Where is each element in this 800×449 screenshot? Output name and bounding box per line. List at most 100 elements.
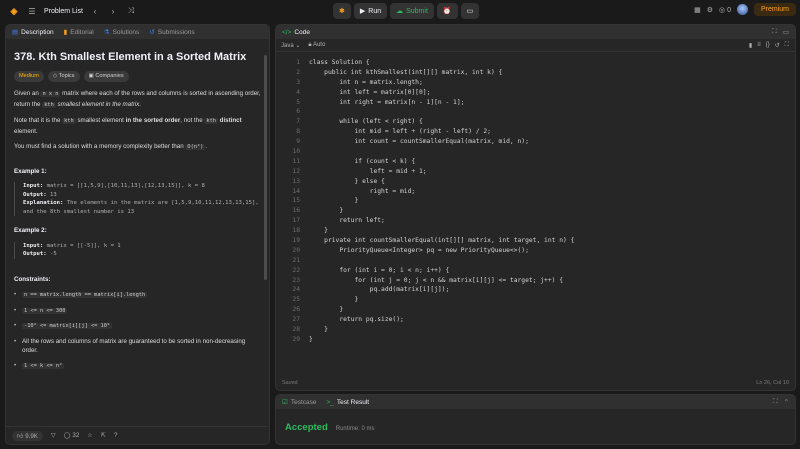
- chevron-down-icon: ⌄: [295, 42, 301, 49]
- like-button[interactable]: 👍︎ 9.9K: [12, 430, 43, 441]
- code-line[interactable]: 13 } else {: [276, 177, 795, 187]
- submit-button[interactable]: ☁ Submit: [390, 3, 434, 19]
- avatar[interactable]: [736, 4, 748, 15]
- expand-icon[interactable]: ⛶: [773, 398, 778, 406]
- code-text: left = mid + 1;: [309, 167, 427, 175]
- tab-description[interactable]: ▤ Description: [12, 28, 54, 37]
- fullscreen-icon[interactable]: ⛶: [785, 42, 789, 49]
- topics-tag[interactable]: ◇ Topics: [47, 70, 80, 82]
- braces-icon[interactable]: {}: [766, 42, 770, 49]
- tab-code[interactable]: </> Code: [282, 29, 310, 36]
- run-label: Run: [368, 7, 382, 15]
- code-line[interactable]: 29}: [276, 335, 795, 345]
- page-title[interactable]: 378. Kth Smallest Element in a Sorted Ma…: [14, 52, 261, 63]
- chevron-left-icon[interactable]: ‹: [89, 5, 101, 17]
- reset-icon[interactable]: ↺: [775, 42, 780, 49]
- code-line[interactable]: 24 pq.add(matrix[i][j]);: [276, 285, 795, 295]
- language-select[interactable]: Java ⌄: [281, 42, 300, 49]
- bookmark-icon[interactable]: ▮: [749, 42, 752, 49]
- code-line[interactable]: 3 int n = matrix.length;: [276, 78, 795, 88]
- code-line[interactable]: 2 public int kthSmallest(int[][] matrix,…: [276, 68, 795, 78]
- comments-button[interactable]: ◯ 32: [64, 432, 80, 439]
- constraint-text: All the rows and columns of matrix are g…: [22, 337, 246, 355]
- tab-editorial[interactable]: ▮ Editorial: [64, 28, 94, 37]
- notes-button[interactable]: ▭: [460, 3, 480, 19]
- difficulty-badge[interactable]: Medium: [14, 70, 44, 82]
- maximize-icon[interactable]: ⛶: [772, 28, 777, 36]
- chevron-right-icon[interactable]: ›: [107, 5, 119, 17]
- constraint-text: 1 <= k <= n²: [22, 362, 65, 369]
- tab-submissions[interactable]: ↺ Submissions: [149, 28, 195, 37]
- code-line[interactable]: 10: [276, 147, 795, 157]
- code-line[interactable]: 9 int count = countSmallerEqual(matrix, …: [276, 137, 795, 147]
- settings-icon[interactable]: ⚙: [707, 6, 713, 14]
- code-line[interactable]: 28 }: [276, 325, 795, 335]
- companies-label: Companies: [95, 72, 124, 79]
- leetcode-logo-icon[interactable]: ◈: [8, 5, 20, 17]
- tab-label: Submissions: [157, 28, 195, 36]
- topics-label: Topics: [58, 72, 75, 79]
- problem-list-link[interactable]: Problem List: [44, 8, 83, 15]
- favorite-button[interactable]: ☆: [87, 432, 93, 439]
- auto-toggle[interactable]: 🔒︎ Auto: [308, 42, 325, 49]
- help-button[interactable]: ?: [114, 432, 117, 439]
- companies-tag[interactable]: ▣ Companies: [83, 70, 129, 82]
- tab-testcase[interactable]: ☑ Testcase: [282, 398, 316, 407]
- share-button[interactable]: ⇱: [101, 432, 106, 439]
- code-line[interactable]: 5 int right = matrix[n - 1][n - 1];: [276, 98, 795, 108]
- streak-counter[interactable]: ◎ 0: [719, 6, 731, 14]
- code-line[interactable]: 22 for (int i = 0; i < n; i++) {: [276, 266, 795, 276]
- layout-icon[interactable]: ▦: [694, 6, 701, 14]
- saved-status: Saved: [282, 380, 298, 386]
- shuffle-icon[interactable]: ⤨: [125, 5, 137, 17]
- code-line[interactable]: 8 int mid = left + (right - left) / 2;: [276, 127, 795, 137]
- input-label: Input:: [23, 242, 44, 249]
- premium-button[interactable]: Premium: [753, 3, 796, 16]
- output-value: -5: [46, 251, 57, 257]
- code-line[interactable]: 6: [276, 107, 795, 117]
- code-line[interactable]: 27 return pq.size();: [276, 315, 795, 325]
- thumbs-up-icon: 👍︎: [17, 432, 24, 440]
- list-icon[interactable]: ☰: [26, 5, 38, 17]
- tag-row: Medium ◇ Topics ▣ Companies: [14, 70, 261, 82]
- collapse-icon[interactable]: ▭: [783, 28, 789, 36]
- code-line[interactable]: 4 int left = matrix[0][0];: [276, 88, 795, 98]
- timer-button[interactable]: ⏰: [436, 3, 458, 19]
- language-label: Java: [281, 42, 294, 49]
- code-line[interactable]: 18 }: [276, 226, 795, 236]
- code-line[interactable]: 15 }: [276, 196, 795, 206]
- code-editor[interactable]: 1 class Solution {2 public int kthSmalles…: [276, 58, 795, 368]
- code-line[interactable]: 19 private int countSmallerEqual(int[][]…: [276, 236, 795, 246]
- example-1-heading: Example 1:: [14, 167, 47, 175]
- dislike-button[interactable]: ▽: [51, 432, 56, 439]
- description-body: 378. Kth Smallest Element in a Sorted Ma…: [6, 39, 269, 384]
- code-line[interactable]: 7 while (left < right) {: [276, 117, 795, 127]
- code-line[interactable]: 25 }: [276, 295, 795, 305]
- format-icon[interactable]: ≡: [757, 42, 761, 49]
- code-line[interactable]: 16 }: [276, 206, 795, 216]
- code-text: private int countSmallerEqual(int[][] ma…: [309, 237, 575, 245]
- debug-button[interactable]: ✱: [333, 3, 351, 19]
- code-line[interactable]: 26 }: [276, 305, 795, 315]
- code-line[interactable]: 12 left = mid + 1;: [276, 167, 795, 177]
- run-button[interactable]: ▶ Run: [353, 3, 388, 19]
- tab-test-result[interactable]: >_ Test Result: [326, 399, 369, 406]
- code-text: pq.add(matrix[i][j]);: [309, 286, 450, 294]
- description-paragraph-1: Given an n x n matrix where each of the …: [14, 89, 261, 110]
- constraint-text: -10⁹ <= matrix[i][j] <= 10⁹: [22, 323, 113, 329]
- tab-label: Test Result: [336, 398, 370, 406]
- code-line[interactable]: 17 return left;: [276, 216, 795, 226]
- code-line[interactable]: 11 if (count < k) {: [276, 157, 795, 167]
- code-line[interactable]: 1 class Solution {: [276, 58, 795, 68]
- code-line[interactable]: 20 PriorityQueue<Integer> pq = new Prior…: [276, 246, 795, 256]
- code-line[interactable]: 14 right = mid;: [276, 187, 795, 197]
- constraints-list: n == matrix.length == matrix[i].length 1…: [14, 290, 261, 371]
- code-line[interactable]: 21: [276, 256, 795, 266]
- code-line[interactable]: 23 for (int j = 0; j < n && matrix[i][j]…: [276, 276, 795, 286]
- text: smallest element: [75, 117, 126, 124]
- chevron-up-icon[interactable]: ⌃: [784, 398, 789, 406]
- tab-solutions[interactable]: ⚗ Solutions: [104, 28, 140, 37]
- terminal-icon: >_: [326, 398, 334, 406]
- code-text: }: [309, 207, 344, 215]
- description-scrollbar[interactable]: [264, 55, 267, 280]
